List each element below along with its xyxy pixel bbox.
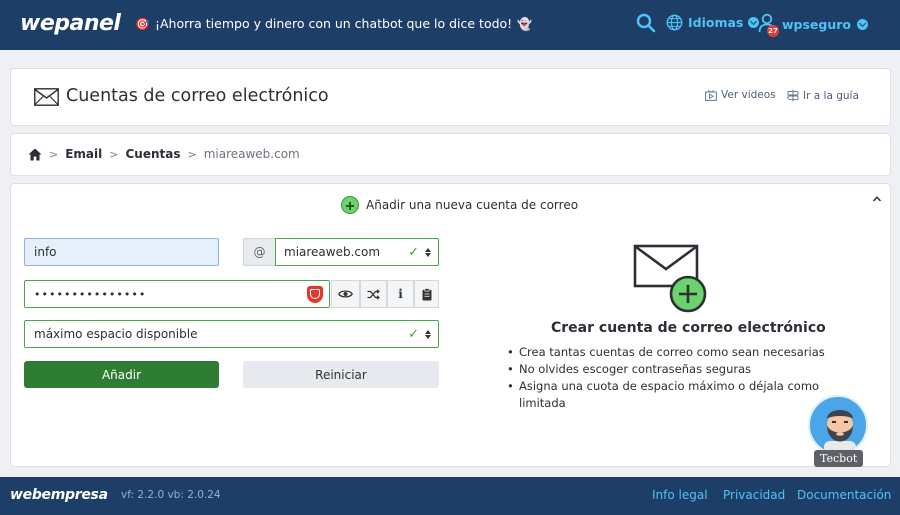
breadcrumb: > Email > Cuentas > miareaweb.com bbox=[28, 147, 300, 161]
email-username-input[interactable]: info bbox=[24, 238, 219, 266]
search-icon[interactable] bbox=[636, 13, 656, 33]
promo-banner[interactable]: 🎯 ¡Ahorra tiempo y dinero con un chatbot… bbox=[135, 16, 532, 31]
version-info: vf: 2.2.0 vb: 2.0.24 bbox=[121, 489, 221, 501]
guide-label: Ir a la guía bbox=[803, 89, 859, 102]
info-title: Crear cuenta de correo electrónico bbox=[551, 320, 826, 336]
copy-password-button[interactable] bbox=[414, 280, 439, 308]
watch-videos-label: Ver videos bbox=[721, 89, 776, 101]
guide-link[interactable]: Ir a la guía bbox=[787, 89, 859, 102]
legal-info-link[interactable]: Info legal bbox=[652, 488, 708, 502]
top-bar: wepanel 🎯 ¡Ahorra tiempo y dinero con un… bbox=[0, 0, 900, 50]
wepanel-logo[interactable]: wepanel bbox=[20, 11, 121, 36]
notification-badge: 27 bbox=[767, 25, 779, 37]
chevron-up-icon[interactable] bbox=[872, 194, 882, 204]
password-value: ••••••••••••••• bbox=[34, 287, 147, 301]
breadcrumb-accounts[interactable]: Cuentas bbox=[125, 147, 180, 161]
breadcrumb-domain: miareaweb.com bbox=[203, 147, 300, 161]
tecbot-chat-button[interactable] bbox=[808, 395, 868, 455]
list-item: Asigna una cuota de espacio máximo o déj… bbox=[505, 378, 825, 412]
tecbot-label: Tecbot bbox=[814, 450, 864, 467]
password-info-button[interactable]: i bbox=[387, 280, 414, 308]
username-label: wpseguro bbox=[782, 16, 852, 32]
reset-button[interactable]: Reiniciar bbox=[243, 361, 439, 388]
add-circle-icon bbox=[341, 196, 359, 214]
generate-password-button[interactable] bbox=[360, 280, 387, 308]
new-mail-illustration-icon bbox=[633, 244, 707, 313]
promo-text: ¡Ahorra tiempo y dinero con un chatbot q… bbox=[154, 16, 513, 31]
domain-select[interactable]: miareaweb.com ✓ bbox=[275, 238, 439, 266]
add-account-header[interactable]: Añadir una nueva cuenta de correo bbox=[341, 196, 578, 214]
user-menu[interactable]: 27 wpseguro bbox=[758, 13, 869, 37]
user-avatar: 27 bbox=[758, 13, 779, 37]
breadcrumb-separator: > bbox=[109, 147, 119, 161]
list-item: No olvides escoger contraseñas seguras bbox=[505, 361, 825, 378]
at-sign: @ bbox=[253, 245, 266, 259]
chevron-down-icon bbox=[857, 18, 869, 30]
breadcrumb-separator: > bbox=[49, 147, 59, 161]
languages-label: Idiomas bbox=[688, 15, 744, 30]
shuffle-icon bbox=[367, 288, 380, 300]
list-item: Crea tantas cuentas de correo como sean … bbox=[505, 344, 825, 361]
add-button[interactable]: Añadir bbox=[24, 361, 219, 388]
add-account-heading: Añadir una nueva cuenta de correo bbox=[366, 198, 579, 212]
clipboard-icon bbox=[422, 287, 431, 300]
quota-select-value: máximo espacio disponible bbox=[34, 327, 198, 341]
password-manager-shield-icon[interactable] bbox=[307, 286, 323, 303]
page-header-card: Cuentas de correo electrónico Ver videos… bbox=[10, 68, 891, 126]
add-account-card: Añadir una nueva cuenta de correo info @… bbox=[10, 183, 891, 467]
webempresa-logo[interactable]: webempresa bbox=[10, 487, 108, 503]
at-sign-addon: @ bbox=[243, 238, 275, 266]
signpost-icon bbox=[787, 89, 799, 102]
select-indicators: ✓ bbox=[408, 327, 431, 342]
page-title: Cuentas de correo electrónico bbox=[66, 86, 329, 106]
eye-icon bbox=[338, 290, 353, 298]
breadcrumb-separator: > bbox=[187, 147, 197, 161]
quota-select[interactable]: máximo espacio disponible ✓ bbox=[24, 320, 439, 348]
documentation-link[interactable]: Documentación bbox=[797, 488, 891, 502]
domain-select-value: miareaweb.com bbox=[284, 245, 381, 259]
ghost-icon: 👻 bbox=[517, 16, 533, 31]
select-arrows-icon bbox=[425, 330, 431, 339]
info-icon: i bbox=[398, 287, 403, 301]
breadcrumb-card: > Email > Cuentas > miareaweb.com bbox=[10, 133, 891, 176]
privacy-link[interactable]: Privacidad bbox=[723, 488, 785, 502]
info-list: Crea tantas cuentas de correo como sean … bbox=[505, 344, 825, 412]
check-icon: ✓ bbox=[408, 245, 419, 260]
home-icon[interactable] bbox=[28, 148, 42, 161]
envelope-icon bbox=[34, 88, 59, 106]
email-username-value: info bbox=[34, 245, 57, 259]
video-icon bbox=[705, 89, 717, 101]
footer: webempresa vf: 2.2.0 vb: 2.0.24 Info leg… bbox=[0, 477, 900, 515]
globe-icon bbox=[666, 14, 683, 31]
select-arrows-icon bbox=[425, 248, 431, 257]
watch-videos-link[interactable]: Ver videos bbox=[705, 89, 776, 101]
select-indicators: ✓ bbox=[408, 245, 431, 260]
check-icon: ✓ bbox=[408, 327, 419, 342]
target-icon: 🎯 bbox=[135, 16, 150, 31]
languages-menu[interactable]: Idiomas bbox=[666, 14, 760, 31]
password-input[interactable]: ••••••••••••••• bbox=[24, 280, 330, 308]
breadcrumb-email[interactable]: Email bbox=[65, 147, 102, 161]
show-password-button[interactable] bbox=[331, 280, 360, 308]
